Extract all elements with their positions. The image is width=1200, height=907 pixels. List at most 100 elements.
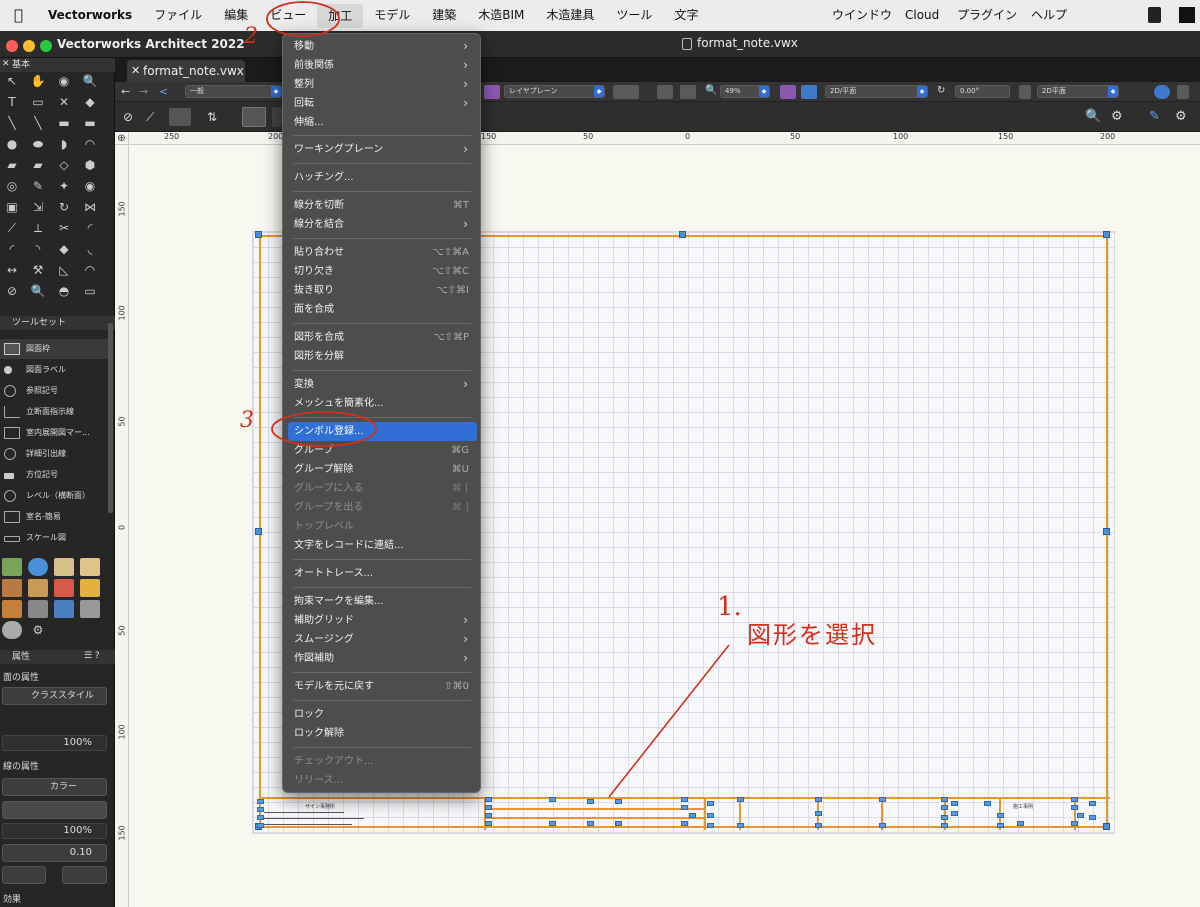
menu-item-send[interactable]: 前後関係 ›: [288, 56, 477, 75]
menu-plugins[interactable]: プラグイン: [957, 0, 1017, 31]
titleblock-handle[interactable]: [1017, 821, 1024, 826]
back-arrow-icon[interactable]: ←: [121, 85, 130, 98]
arc-fillet-tool-icon[interactable]: ◜: [2, 240, 22, 258]
wall-toolset-icon[interactable]: [2, 579, 22, 597]
titleblock-handle[interactable]: [681, 805, 688, 810]
split-tool-icon[interactable]: ✂: [54, 219, 74, 237]
sheet-tool-icon[interactable]: ▭: [80, 282, 100, 300]
selection-handle[interactable]: [255, 528, 262, 535]
saved-view-icon[interactable]: <: [159, 85, 168, 98]
polyline-tool-icon[interactable]: ▰: [2, 156, 22, 174]
chamfer-tool-icon[interactable]: ◝: [28, 240, 48, 258]
menu-item-auxiliary-grid[interactable]: 補助グリッド ›: [288, 611, 477, 630]
menu-item-split-line[interactable]: 線分を切断 ⌘T: [288, 196, 477, 215]
polygon-tool-icon[interactable]: ◇: [54, 156, 74, 174]
settings-toolset-icon[interactable]: ⚙: [28, 621, 48, 639]
menu-item-drawing-aids[interactable]: 作図補助 ›: [288, 649, 477, 668]
protractor-tool-icon[interactable]: ◠: [80, 261, 100, 279]
titleblock-handle[interactable]: [984, 801, 991, 806]
menu-tools[interactable]: ツール: [605, 0, 663, 31]
titleblock-handle[interactable]: [815, 797, 822, 802]
selection-handle[interactable]: [1103, 231, 1110, 238]
titleblock-handle[interactable]: [707, 823, 714, 828]
attributes-menu-icon[interactable]: ☰ ?: [84, 651, 100, 661]
titleblock-handle[interactable]: [815, 811, 822, 816]
titleblock-handle[interactable]: [1071, 797, 1078, 802]
document-tab[interactable]: ✕ format_note.vwx: [127, 60, 245, 82]
mep-toolset-icon[interactable]: [54, 600, 74, 618]
navigation-icon[interactable]: [1154, 85, 1170, 99]
titleblock-handle[interactable]: [257, 823, 264, 828]
reshape-tool-icon[interactable]: ▣: [2, 198, 22, 216]
quarter-arc-tool-icon[interactable]: ◗: [54, 135, 74, 153]
menu-item-edit-constraints[interactable]: 拘束マークを編集...: [288, 592, 477, 611]
snap-line-icon[interactable]: ⟋: [146, 110, 162, 124]
menu-item-ungroup[interactable]: グループ解除 ⌘U: [288, 460, 477, 479]
view-menu-icon[interactable]: [1177, 85, 1189, 99]
selection-handle[interactable]: [679, 231, 686, 238]
titleblock-handle[interactable]: [1071, 821, 1078, 826]
view-dropdown[interactable]: 2D/平面 ◆: [825, 85, 928, 98]
zoom-fit-icon[interactable]: [657, 85, 673, 99]
rounded-rectangle-tool-icon[interactable]: ▬: [80, 114, 100, 132]
toolset-item-section-elevation-line[interactable]: 立断面指示線: [0, 402, 108, 422]
menu-item-combine-surface[interactable]: 面を合成: [288, 300, 477, 319]
menu-item-smoothing[interactable]: スムージング ›: [288, 630, 477, 649]
close-palette-icon[interactable]: ✕: [2, 59, 10, 69]
toolset-item-reference-marker[interactable]: 参照記号: [0, 381, 108, 401]
selection-handle[interactable]: [255, 231, 262, 238]
menu-help[interactable]: ヘルプ: [1031, 0, 1067, 31]
titleblock-handle[interactable]: [815, 823, 822, 828]
stair-toolset-icon[interactable]: [80, 600, 100, 618]
dimension-tool-icon[interactable]: ↔: [2, 261, 22, 279]
zoom-selection-icon[interactable]: [680, 85, 696, 99]
menu-item-hatching[interactable]: ハッチング...: [288, 168, 477, 187]
mirror-tool-icon[interactable]: ⋈: [80, 198, 100, 216]
titleblock-handle[interactable]: [737, 823, 744, 828]
end-marker-dropdown[interactable]: [62, 866, 107, 884]
zoom-dropdown[interactable]: 49% ◆: [720, 85, 770, 98]
menu-window[interactable]: ウインドウ: [832, 0, 892, 31]
titleblock-handle[interactable]: [257, 807, 264, 812]
menu-model[interactable]: モデル: [363, 0, 421, 31]
titleblock-handle[interactable]: [941, 805, 948, 810]
titleblock-handle[interactable]: [485, 813, 492, 818]
titleblock-handle[interactable]: [1077, 813, 1084, 818]
titleblock-handle[interactable]: [879, 797, 886, 802]
menu-item-link-text-record[interactable]: 文字をレコードに連結...: [288, 536, 477, 555]
layer-options-icon[interactable]: [1019, 85, 1031, 99]
magnifier-tool-icon[interactable]: 🔍: [28, 282, 48, 300]
toolset-item-drawing-label[interactable]: 図面ラベル: [0, 360, 108, 380]
floor-toolset-icon[interactable]: [54, 558, 74, 576]
plane-mode-dropdown[interactable]: 2D平面 ◆: [1037, 85, 1119, 98]
menu-item-add-surface[interactable]: 貼り合わせ ⌥⇧⌘A: [288, 243, 477, 262]
titleblock-handle[interactable]: [689, 813, 696, 818]
menu-item-clip-surface[interactable]: 切り欠き ⌥⇧⌘C: [288, 262, 477, 281]
offset-tool-icon[interactable]: ◟: [80, 240, 100, 258]
menu-item-autotrace[interactable]: オートトレース...: [288, 564, 477, 583]
pan-tool-icon[interactable]: ✋: [28, 72, 48, 90]
align-icon[interactable]: ⇅: [207, 110, 223, 124]
titleblock-handle[interactable]: [941, 815, 948, 820]
no-entry-tool-icon[interactable]: ⊘: [2, 282, 22, 300]
settings-icon[interactable]: ⚙: [1175, 109, 1187, 124]
menu-item-join-line[interactable]: 線分を結合 ›: [288, 215, 477, 234]
snap-grid-icon[interactable]: [169, 108, 191, 126]
rotate-plan-icon[interactable]: ↻: [937, 85, 945, 96]
minimize-window-button[interactable]: [23, 40, 35, 52]
furniture-toolset-icon[interactable]: [80, 558, 100, 576]
snap-off-icon[interactable]: ⊘: [123, 110, 139, 124]
start-marker-dropdown[interactable]: [2, 866, 46, 884]
toolset-item-drawing-border[interactable]: 図面枠: [0, 339, 108, 359]
trim-tool-icon[interactable]: ⟋: [2, 219, 22, 237]
menu-text[interactable]: 文字: [663, 0, 709, 31]
render-mode-icon[interactable]: [801, 85, 817, 99]
freehand-tool-icon[interactable]: ▰: [28, 156, 48, 174]
titleblock-handle[interactable]: [257, 815, 264, 820]
titleblock-handle[interactable]: [485, 821, 492, 826]
menu-app[interactable]: Vectorworks: [37, 0, 143, 31]
menu-item-revert-model[interactable]: モデルを元に戻す ⇧⌘0: [288, 677, 477, 696]
double-line-tool-icon[interactable]: ╲: [28, 114, 48, 132]
visibility-tool-icon[interactable]: ◉: [80, 177, 100, 195]
titleblock-handle[interactable]: [951, 811, 958, 816]
